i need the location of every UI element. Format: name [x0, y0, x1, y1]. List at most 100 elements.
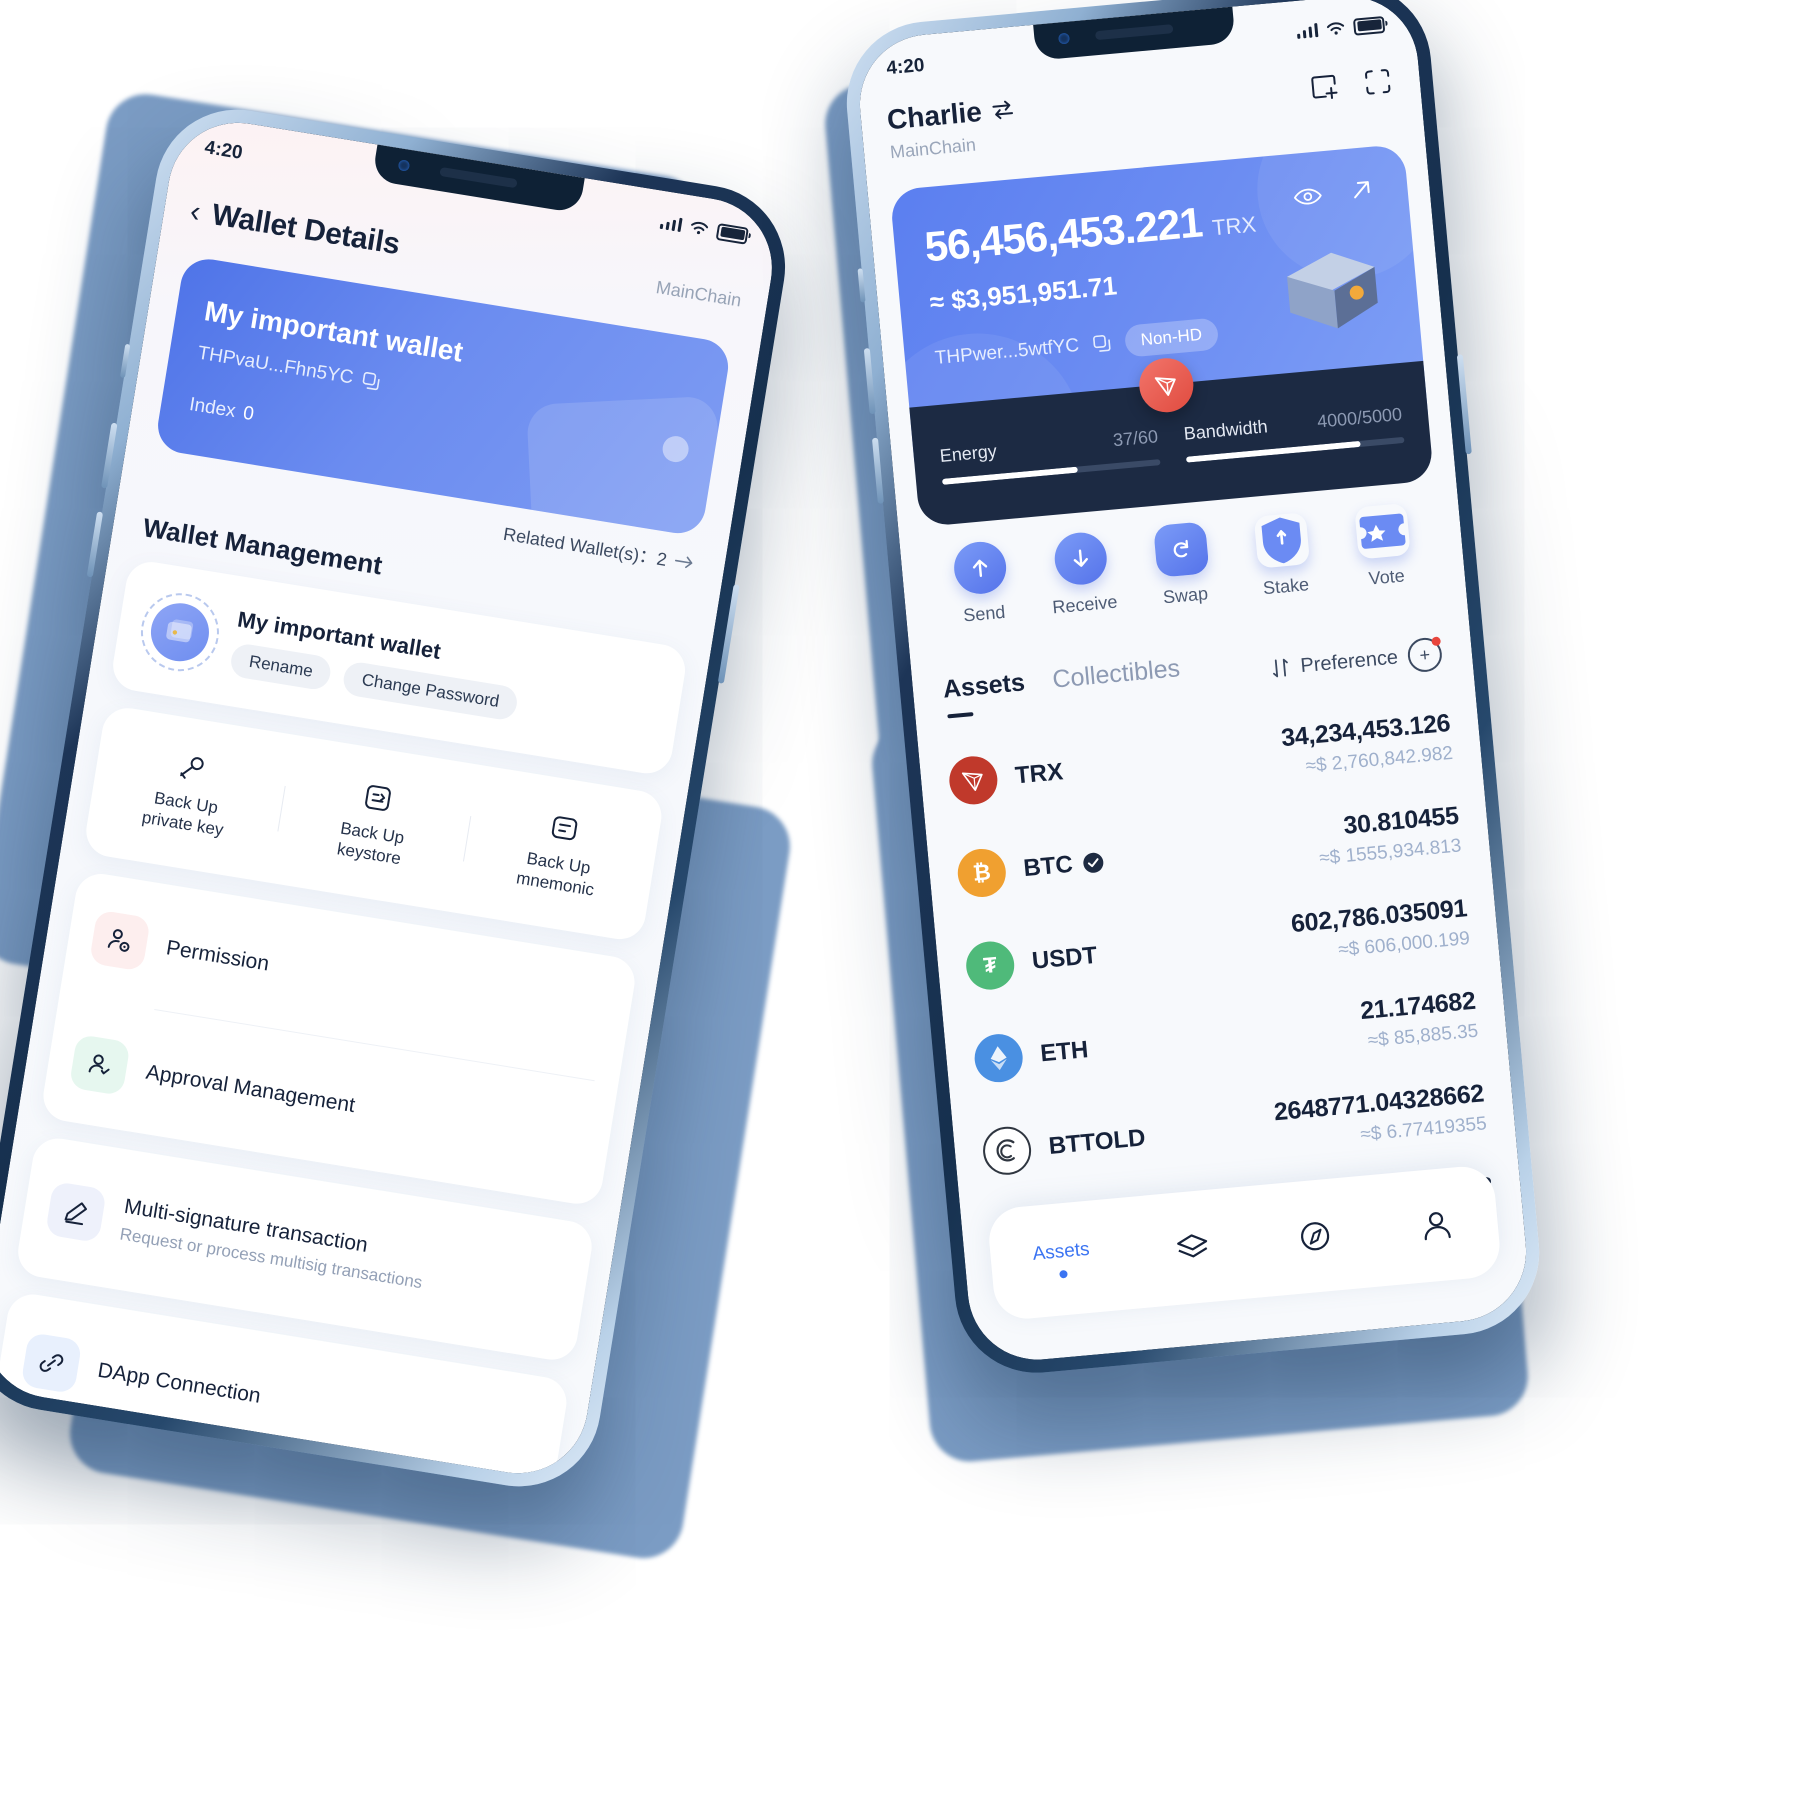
action-send-label: Send	[962, 601, 1007, 626]
power-button	[1456, 354, 1472, 455]
action-vote-label: Vote	[1367, 565, 1406, 589]
preference-controls: Preference +	[1269, 636, 1444, 685]
menu-label-permission: Permission	[164, 935, 271, 976]
screenshot-canvas: 4:20 ‹ Wallet Details MainChain My impor…	[0, 0, 1800, 1800]
asset-symbol: TRX	[1013, 757, 1065, 789]
tether-coin-icon: ₮	[964, 938, 1017, 992]
key-icon	[180, 756, 205, 779]
tabbar-item-layers[interactable]	[1172, 1227, 1213, 1268]
menu-label-dapp-connection: DApp Connection	[96, 1358, 263, 1408]
add-token-icon[interactable]: +	[1406, 636, 1444, 674]
action-vote[interactable]: Vote	[1332, 501, 1435, 592]
action-swap-label: Swap	[1162, 583, 1209, 608]
preference-label[interactable]: Preference	[1299, 646, 1399, 678]
verified-badge-icon	[1083, 852, 1104, 873]
index-value: 0	[241, 402, 256, 426]
external-link-icon[interactable]	[1348, 177, 1374, 203]
mnemonic-note-icon	[551, 816, 578, 840]
wallet-avatar-icon	[135, 587, 225, 677]
resource-bandwidth[interactable]: Bandwidth 4000/5000	[1183, 404, 1405, 463]
asset-symbol: ETH	[1039, 1035, 1090, 1067]
card-decoration	[526, 395, 724, 538]
backup-keystore-button[interactable]: Back Up keystore	[274, 768, 473, 880]
balance-amount: 56,456,453.221	[922, 198, 1204, 271]
vote-ticket-icon	[1354, 503, 1410, 559]
resource-energy-used: 37	[1112, 427, 1134, 450]
wifi-icon	[1326, 21, 1345, 35]
tabbar-item-assets[interactable]: Assets	[1032, 1238, 1092, 1280]
bittorrent-coin-icon	[980, 1124, 1034, 1177]
resource-bandwidth-used: 4000	[1316, 407, 1358, 432]
permission-user-icon	[88, 909, 151, 972]
assets-screen: 4:20 Charlie MainChain 56,456,453.221 TR…	[853, 0, 1533, 1366]
tabbar-label-assets: Assets	[1031, 1238, 1091, 1265]
content-tabs: Assets Collectibles	[942, 654, 1181, 704]
balance-usd: ≈ $3,951,951.71	[928, 270, 1119, 318]
copy-icon[interactable]	[361, 371, 382, 392]
rename-button[interactable]: Rename	[228, 641, 334, 692]
eye-icon[interactable]	[1293, 185, 1323, 207]
keystore-file-icon	[365, 784, 391, 811]
front-camera-icon	[1058, 32, 1070, 45]
switch-account-icon[interactable]	[991, 99, 1015, 121]
resource-bandwidth-total: /5000	[1356, 403, 1403, 428]
resource-energy[interactable]: Energy 37/60	[939, 426, 1161, 485]
sort-arrows-icon[interactable]	[1270, 657, 1292, 679]
tron-coin-icon	[947, 753, 1000, 806]
account-name-row[interactable]: Charlie	[886, 93, 1015, 136]
signal-bars-icon	[1296, 23, 1319, 39]
link-chain-icon	[20, 1332, 83, 1395]
bitcoin-coin-icon: ₿	[955, 846, 1008, 899]
tab-collectibles[interactable]: Collectibles	[1051, 654, 1181, 694]
profile-icon	[1424, 1212, 1451, 1241]
phone-mockup-assets: 4:20 Charlie MainChain 56,456,453.221 TR…	[839, 0, 1547, 1380]
account-address: THPwer...5wtfYC	[934, 335, 1080, 370]
swap-icon	[1153, 521, 1210, 578]
action-stake-label: Stake	[1262, 574, 1310, 599]
signal-bars-icon	[659, 215, 683, 233]
index-label: Index	[187, 393, 238, 423]
resource-energy-label: Energy	[938, 440, 998, 466]
action-swap[interactable]: Swap	[1131, 519, 1234, 610]
action-receive-label: Receive	[1051, 591, 1119, 618]
menu-label-approval-management: Approval Management	[144, 1060, 357, 1117]
chain-label: MainChain	[889, 134, 977, 163]
wallet-glyph-icon	[166, 619, 194, 643]
arrow-right-icon	[674, 556, 693, 569]
wallet-3d-icon	[1287, 252, 1378, 329]
hd-badge: Non-HD	[1123, 317, 1220, 358]
send-up-arrow-icon	[951, 539, 1009, 597]
layers-icon	[1177, 1234, 1208, 1258]
wallet-address: THPvaU...Fhn5YC	[196, 342, 355, 389]
earpiece-speaker	[1094, 24, 1174, 41]
action-stake[interactable]: Stake	[1232, 510, 1335, 601]
tab-assets[interactable]: Assets	[942, 668, 1026, 704]
resource-bandwidth-label: Bandwidth	[1182, 415, 1269, 444]
earpiece-speaker	[439, 166, 518, 189]
front-camera-icon	[397, 159, 411, 172]
receive-down-arrow-icon	[1052, 530, 1109, 587]
account-name: Charlie	[885, 95, 984, 136]
backup-private-key-button[interactable]: Back Up private key	[88, 738, 287, 850]
page-title: Wallet Details	[209, 198, 403, 262]
action-send[interactable]: Send	[930, 538, 1033, 629]
asset-usd: ≈$ 85,885.35	[1366, 1020, 1480, 1052]
resource-energy-total: /60	[1132, 425, 1159, 448]
action-receive[interactable]: Receive	[1031, 528, 1134, 619]
tabbar-item-profile[interactable]	[1416, 1205, 1457, 1246]
stake-shield-icon	[1254, 512, 1310, 568]
balance-unit: TRX	[1211, 211, 1258, 241]
status-time: 4:20	[885, 54, 926, 80]
approval-user-check-icon	[68, 1033, 131, 1096]
add-wallet-icon[interactable]	[1307, 69, 1342, 104]
tabbar-item-explore[interactable]	[1294, 1216, 1335, 1257]
chevron-left-icon[interactable]: ‹	[188, 195, 203, 229]
copy-icon[interactable]	[1092, 334, 1112, 354]
explore-icon	[1300, 1222, 1329, 1251]
ethereum-coin-icon	[972, 1031, 1025, 1084]
pencil-icon	[44, 1181, 107, 1243]
scan-qr-icon[interactable]	[1360, 64, 1395, 99]
backup-mnemonic-button[interactable]: Back Up mnemonic	[460, 798, 659, 910]
battery-icon	[1352, 15, 1386, 36]
asset-symbol: BTTOLD	[1047, 1123, 1147, 1160]
